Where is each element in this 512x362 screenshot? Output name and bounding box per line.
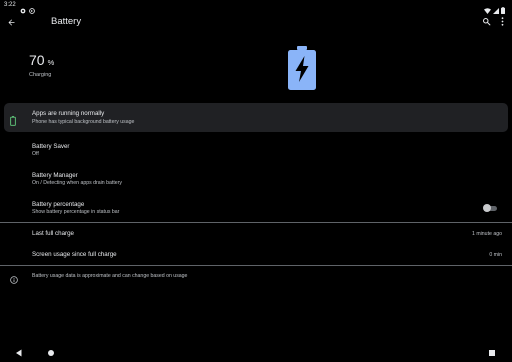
divider <box>0 222 512 223</box>
toggle-thumb <box>483 204 491 212</box>
tip-card[interactable] <box>4 103 508 132</box>
last-full-charge-value: 1 minute ago <box>472 231 502 237</box>
back-arrow-icon <box>8 19 14 25</box>
battery-percentage-item[interactable] <box>4 195 508 221</box>
page-title: Battery <box>51 16 82 27</box>
nav-back-icon <box>16 349 22 357</box>
last-full-charge-label: Last full charge <box>32 230 74 237</box>
info-icon <box>10 271 18 289</box>
status-notification-icons <box>20 1 35 19</box>
battery-saver-title: Battery Saver <box>32 143 70 150</box>
more-options-button[interactable] <box>496 14 508 28</box>
battery-level-value: 70 <box>29 52 45 68</box>
tip-title: Apps are running normally <box>32 110 105 117</box>
nav-home-button[interactable] <box>47 344 55 362</box>
battery-manager-subtitle: On / Detecting when apps drain battery <box>32 180 122 186</box>
status-time: 3:22 <box>4 2 16 8</box>
battery-percentage-toggle[interactable] <box>483 204 498 212</box>
charging-status: Charging <box>29 72 52 78</box>
battery-manager-item[interactable] <box>4 166 508 192</box>
battery-manager-title: Battery Manager <box>32 172 78 179</box>
sync-icon <box>29 1 35 19</box>
nav-home-icon <box>48 350 54 356</box>
search-icon <box>482 17 490 25</box>
divider <box>0 265 512 266</box>
battery-level: 70% <box>29 52 54 68</box>
screen-usage-value: 0 min <box>489 252 502 258</box>
battery-level-unit: % <box>47 58 55 67</box>
back-button[interactable] <box>3 14 19 30</box>
battery-saver-subtitle: Off <box>32 151 39 157</box>
nav-recents-icon <box>489 350 495 356</box>
battery-saver-item[interactable] <box>4 138 508 164</box>
last-full-charge-item[interactable] <box>4 226 508 242</box>
nav-back-button[interactable] <box>15 344 23 362</box>
battery-percentage-subtitle: Show battery percentage in status bar <box>32 209 120 215</box>
search-button[interactable] <box>479 14 493 28</box>
usage-footnote: Battery usage data is approximate and ca… <box>32 273 188 279</box>
screen-usage-label: Screen usage since full charge <box>32 251 117 258</box>
battery-ok-icon <box>10 113 16 131</box>
more-vert-icon <box>501 16 503 26</box>
battery-percentage-title: Battery percentage <box>32 201 85 208</box>
battery-charging-icon <box>286 46 318 96</box>
nav-recents-button[interactable] <box>488 344 496 362</box>
tip-subtitle: Phone has typical background battery usa… <box>32 119 135 125</box>
notification-dot-icon <box>20 1 26 19</box>
